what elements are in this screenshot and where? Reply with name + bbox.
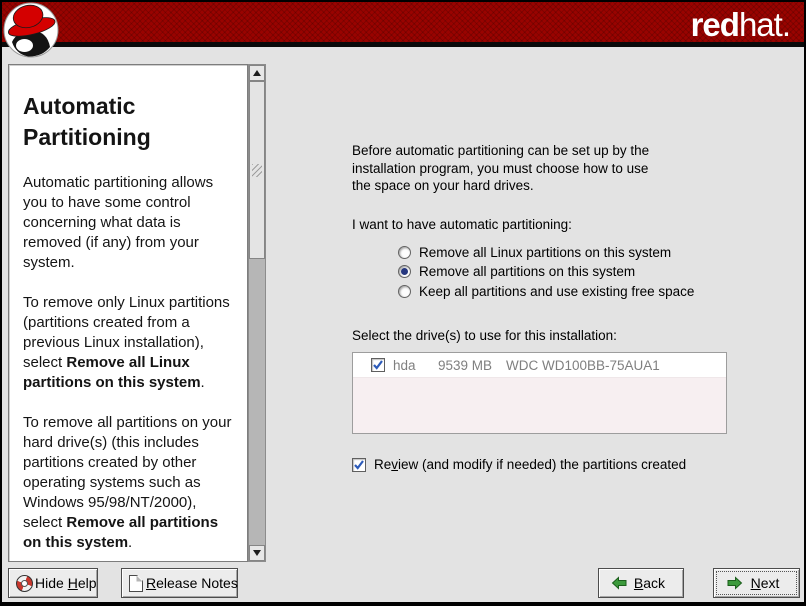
help-p1-text: Automatic partitioning allows you to hav…: [23, 174, 213, 271]
installer-window: redhat. Automatic Partitioning Automatic…: [2, 2, 804, 602]
check-icon: [353, 459, 365, 471]
radio-button[interactable]: [398, 285, 411, 298]
review-label: Review (and modify if needed) the partit…: [374, 457, 686, 472]
content-area: Before automatic partitioning can be set…: [352, 142, 782, 472]
wordmark-hat: hat: [739, 6, 782, 43]
help-paragraph-2: To remove only Linux partitions (partiti…: [23, 293, 239, 393]
help-p2-post: .: [201, 374, 205, 391]
release-notes-button[interactable]: Release Notes: [121, 568, 238, 598]
drive-model: WDC WD100BB-75AUA1: [506, 358, 660, 373]
scrollbar-thumb[interactable]: [249, 81, 265, 259]
hide-help-post: elp: [78, 575, 97, 591]
next-mnemonic: N: [751, 575, 761, 591]
next-arrow-icon: [726, 575, 743, 591]
partitioning-question-label: I want to have automatic partitioning:: [352, 216, 782, 233]
back-post: ack: [643, 575, 665, 591]
help-paragraph-3: To remove all partitions on your hard dr…: [23, 413, 239, 553]
hide-help-button[interactable]: Hide Help: [8, 568, 98, 598]
partitioning-options: Remove all Linux partitions on this syst…: [398, 243, 782, 302]
radio-button-selected[interactable]: [398, 265, 411, 278]
header-banner: [2, 2, 804, 47]
help-scrollbar[interactable]: [248, 64, 266, 562]
document-icon: [129, 575, 143, 592]
review-checkbox-row[interactable]: Review (and modify if needed) the partit…: [352, 457, 782, 472]
radio-label: Remove all partitions on this system: [419, 264, 635, 279]
back-label: Back: [628, 575, 671, 591]
next-label: Next: [743, 575, 787, 591]
help-text-area: Automatic Partitioning Automatic partiti…: [8, 64, 248, 562]
redhat-wordmark: redhat.: [691, 6, 790, 44]
radio-button[interactable]: [398, 246, 411, 259]
intro-text: Before automatic partitioning can be set…: [352, 142, 782, 195]
review-label-post: iew (and modify if needed) the partition…: [398, 457, 686, 472]
radio-option-remove-all[interactable]: Remove all partitions on this system: [398, 262, 782, 282]
radio-option-keep-all[interactable]: Keep all partitions and use existing fre…: [398, 282, 782, 302]
review-label-mnemonic: v: [391, 457, 398, 472]
drive-size: 9539 MB: [438, 358, 506, 373]
back-button[interactable]: Back: [598, 568, 684, 598]
life-ring-icon: [16, 575, 33, 592]
help-title: Automatic Partitioning: [23, 91, 239, 153]
radio-label: Remove all Linux partitions on this syst…: [419, 245, 671, 260]
wordmark-period: .: [782, 6, 790, 43]
drive-checkbox[interactable]: [371, 358, 385, 372]
radio-label: Keep all partitions and use existing fre…: [419, 284, 694, 299]
next-button[interactable]: Next: [713, 568, 800, 598]
review-label-pre: Re: [374, 457, 391, 472]
review-checkbox[interactable]: [352, 458, 366, 472]
drive-list: hda 9539 MB WDC WD100BB-75AUA1: [352, 352, 727, 434]
scrollbar-up-button[interactable]: [249, 65, 265, 81]
intro-line: the space on your hard drives.: [352, 177, 782, 195]
radio-option-remove-linux[interactable]: Remove all Linux partitions on this syst…: [398, 243, 782, 263]
redhat-shadowman-logo: [3, 2, 59, 58]
scrollbar-down-button[interactable]: [249, 545, 265, 561]
release-notes-post: elease Notes: [156, 575, 238, 591]
thumb-grip-icon: [252, 164, 262, 177]
hide-help-label: Hide Help: [35, 575, 97, 591]
drive-name: hda: [393, 358, 438, 373]
release-notes-label: Release Notes: [146, 575, 238, 591]
wordmark-red: red: [691, 6, 739, 43]
drives-label: Select the drive(s) to use for this inst…: [352, 328, 782, 343]
check-icon: [372, 359, 384, 371]
help-panel: Automatic Partitioning Automatic partiti…: [8, 64, 266, 562]
help-paragraph-1: Automatic partitioning allows you to hav…: [23, 173, 239, 273]
hide-help-mnemonic: H: [68, 575, 78, 591]
next-post: ext: [761, 575, 780, 591]
drive-row-hda[interactable]: hda 9539 MB WDC WD100BB-75AUA1: [353, 353, 726, 378]
intro-line: installation program, you must choose ho…: [352, 160, 782, 178]
down-arrow-icon: [253, 550, 261, 556]
back-arrow-icon: [611, 575, 628, 591]
intro-line: Before automatic partitioning can be set…: [352, 142, 782, 160]
hide-help-pre: Hide: [35, 575, 68, 591]
release-notes-mnemonic: R: [146, 575, 156, 591]
up-arrow-icon: [253, 70, 261, 76]
help-p3-post: .: [128, 534, 132, 551]
back-mnemonic: B: [634, 575, 643, 591]
